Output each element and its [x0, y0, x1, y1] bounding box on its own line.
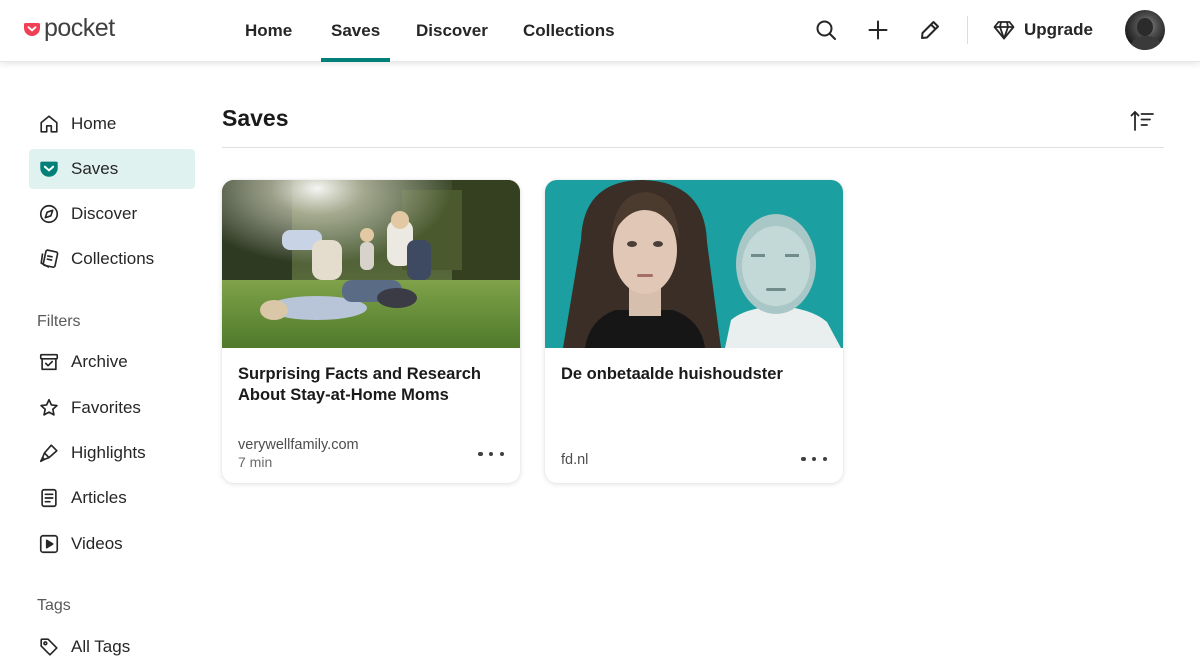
brand-name: pocket	[44, 14, 115, 42]
collections-icon	[37, 247, 61, 271]
dot-icon	[822, 456, 827, 462]
compass-icon	[37, 202, 61, 226]
highlighter-icon	[37, 441, 61, 465]
sort-icon	[1130, 111, 1154, 131]
sidebar-item-discover[interactable]: Discover	[29, 194, 195, 234]
dot-icon	[478, 451, 483, 457]
sidebar-item-label: Archive	[71, 352, 128, 371]
more-options-button[interactable]	[478, 447, 504, 461]
sidebar-item-label: Articles	[71, 488, 127, 507]
dot-icon	[811, 456, 817, 462]
avatar[interactable]	[1125, 10, 1165, 50]
archive-icon	[37, 350, 61, 374]
header-divider	[222, 147, 1164, 148]
sidebar-item-favorites[interactable]: Favorites	[29, 388, 195, 428]
article-icon	[37, 486, 61, 510]
search-icon	[816, 20, 836, 40]
tag-icon	[37, 635, 61, 659]
sidebar-item-archive[interactable]: Archive	[29, 342, 195, 382]
diamond-icon	[993, 21, 1015, 40]
tab-discover[interactable]: Discover	[416, 0, 488, 62]
tab-saves[interactable]: Saves	[320, 0, 391, 62]
dot-icon	[801, 456, 806, 462]
tab-collections[interactable]: Collections	[523, 0, 615, 62]
pocket-logo-icon	[24, 22, 40, 36]
sidebar-item-videos[interactable]: Videos	[29, 524, 195, 564]
article-read-time: 7 min	[238, 454, 273, 470]
dot-icon	[488, 451, 494, 457]
article-title[interactable]: De onbetaalde huishoudster	[561, 364, 827, 385]
sidebar-item-label: All Tags	[71, 637, 131, 656]
filters-heading: Filters	[37, 313, 81, 330]
article-thumbnail	[545, 180, 843, 348]
sidebar-item-label: Home	[71, 114, 117, 133]
sidebar-item-all-tags[interactable]: All Tags	[29, 627, 195, 667]
plus-icon	[868, 20, 888, 40]
video-icon	[37, 532, 61, 556]
edit-button[interactable]	[916, 16, 944, 44]
add-item-button[interactable]	[864, 16, 892, 44]
more-options-button[interactable]	[801, 452, 827, 466]
sidebar-item-collections[interactable]: Collections	[29, 239, 195, 279]
pocket-logo[interactable]: pocket	[24, 14, 115, 43]
sidebar: Home Saves Discover Collections Filters …	[0, 62, 210, 668]
sidebar-item-saves[interactable]: Saves	[29, 149, 195, 189]
sidebar-item-label: Discover	[71, 204, 138, 223]
article-card[interactable]: Surprising Facts and Research About Stay…	[222, 180, 520, 483]
sidebar-item-home[interactable]: Home	[29, 104, 195, 144]
dot-icon	[499, 451, 504, 457]
sidebar-item-highlights[interactable]: Highlights	[29, 433, 195, 473]
sidebar-item-label: Highlights	[71, 443, 146, 462]
sidebar-item-label: Favorites	[71, 398, 141, 417]
sort-button[interactable]	[1128, 108, 1156, 134]
sidebar-item-label: Videos	[71, 534, 123, 553]
page-title: Saves	[222, 105, 289, 131]
nav-divider	[967, 16, 968, 44]
tab-home[interactable]: Home	[245, 0, 292, 62]
article-thumbnail	[222, 180, 520, 348]
tags-heading: Tags	[37, 597, 71, 614]
article-domain: fd.nl	[561, 452, 589, 468]
article-domain: verywellfamily.com	[238, 437, 359, 453]
upgrade-button[interactable]: Upgrade	[992, 16, 1093, 44]
pencil-icon	[921, 21, 939, 39]
top-navigation: pocket Home Saves Discover Collections U…	[0, 0, 1200, 62]
upgrade-label: Upgrade	[1024, 20, 1093, 39]
search-button[interactable]	[812, 16, 840, 44]
pocket-icon	[37, 157, 61, 181]
article-card[interactable]: De onbetaalde huishoudster fd.nl	[545, 180, 843, 483]
sidebar-item-label: Collections	[71, 249, 155, 268]
star-icon	[37, 396, 61, 420]
home-icon	[37, 112, 61, 136]
article-title[interactable]: Surprising Facts and Research About Stay…	[238, 364, 504, 406]
sidebar-item-articles[interactable]: Articles	[29, 478, 195, 518]
sidebar-item-label: Saves	[71, 159, 119, 178]
